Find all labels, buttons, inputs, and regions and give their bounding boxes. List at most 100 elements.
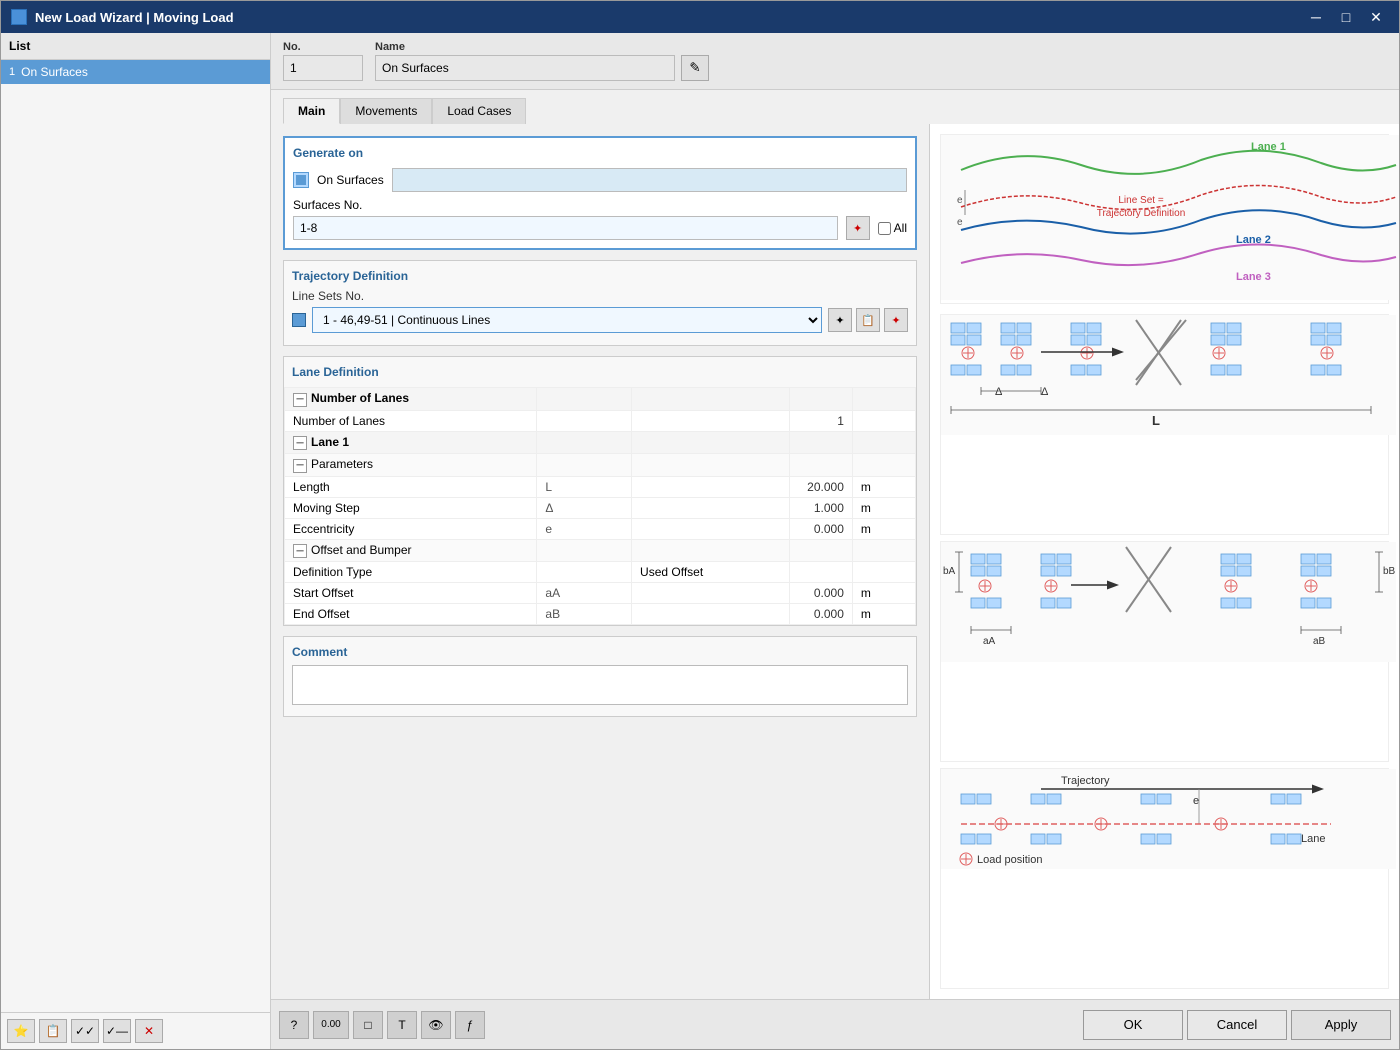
generate-on-option-row: On Surfaces	[293, 168, 907, 192]
title-controls: ─ □ ✕	[1303, 7, 1389, 27]
table-row: ─Lane 1	[285, 431, 916, 454]
close-button[interactable]: ✕	[1363, 7, 1389, 27]
surfaces-no-input[interactable]	[293, 216, 838, 240]
bottom-toolbar: ? 0.00 □ T 👁 ƒ OK Cancel Apply	[271, 999, 1399, 1049]
sidebar-uncheck-btn[interactable]: ✓—	[103, 1019, 131, 1043]
comment-input[interactable]	[292, 665, 908, 705]
svg-text:e: e	[957, 195, 963, 206]
sidebar-item-num: 1	[9, 66, 15, 78]
view-btn[interactable]: 👁	[421, 1011, 451, 1039]
traj-icon-btn-3[interactable]: ✦	[884, 308, 908, 332]
trajectory-panel: Trajectory Definition Line Sets No. 1 - …	[283, 260, 917, 346]
table-row: ─Parameters	[285, 454, 916, 477]
zero-btn[interactable]: 0.00	[313, 1011, 349, 1039]
on-surfaces-input[interactable]	[392, 168, 907, 192]
svg-text:bB: bB	[1383, 566, 1396, 577]
trajectory-title: Trajectory Definition	[292, 269, 908, 283]
title-bar-left: New Load Wizard | Moving Load	[11, 9, 234, 25]
table-row: Number of Lanes 1	[285, 410, 916, 431]
no-input[interactable]	[283, 55, 363, 81]
surfaces-row: ✦ All	[293, 216, 907, 240]
form-body: Generate on On Surfaces Surfaces No. ✦	[271, 124, 1399, 999]
svg-text:e: e	[1193, 795, 1199, 807]
surfaces-no-label: Surfaces No.	[293, 198, 907, 212]
lane-definition-table: ─Number of Lanes Number of Lanes 1	[284, 387, 916, 625]
name-field: Name ✎	[375, 41, 709, 81]
generate-on-panel: Generate on On Surfaces Surfaces No. ✦	[283, 136, 917, 250]
all-checkbox[interactable]	[878, 222, 891, 235]
lane-trajectory-diagram: Lane 1 Line Set = Trajectory Definition …	[940, 134, 1389, 304]
svg-text:aB: aB	[1313, 636, 1326, 647]
surfaces-pick-btn[interactable]: ✦	[846, 216, 870, 240]
tab-main[interactable]: Main	[283, 98, 340, 124]
sidebar-item-on-surfaces[interactable]: 1 On Surfaces	[1, 60, 270, 84]
traj-color-icon	[292, 313, 306, 327]
preview-area: Lane 1 Line Set = Trajectory Definition …	[929, 124, 1399, 999]
svg-text:Lane: Lane	[1301, 833, 1325, 845]
sidebar-check-all-btn[interactable]: ✓✓	[71, 1019, 99, 1043]
on-surfaces-label: On Surfaces	[317, 173, 384, 187]
comment-title: Comment	[292, 645, 908, 659]
svg-text:L: L	[1152, 413, 1160, 428]
sidebar-footer: ⭐ 📋 ✓✓ ✓— ✕	[1, 1012, 270, 1049]
table-row: ─Number of Lanes	[285, 388, 916, 411]
on-surfaces-checkbox[interactable]	[293, 172, 309, 188]
minimize-button[interactable]: ─	[1303, 7, 1329, 27]
lane-definition-panel: Lane Definition ─Number of	[283, 356, 917, 626]
table-row: Length L 20.000 m	[285, 476, 916, 497]
main-window: New Load Wizard | Moving Load ─ □ ✕ List…	[0, 0, 1400, 1050]
traj-icons: ✦ 📋 ✦	[828, 308, 908, 332]
form-area: No. Name ✎ Main Movements Load Cases	[271, 33, 1399, 1049]
text-btn[interactable]: T	[387, 1011, 417, 1039]
svg-text:aA: aA	[983, 636, 996, 647]
tabs: Main Movements Load Cases	[271, 90, 1399, 124]
svg-text:Load position: Load position	[977, 854, 1042, 866]
cancel-button[interactable]: Cancel	[1187, 1010, 1287, 1040]
load-placement-diagrams: Δ Δ L	[940, 314, 1389, 989]
lane-definition-title: Lane Definition	[284, 357, 916, 387]
collapse-btn-4[interactable]: ─	[293, 544, 307, 558]
title-bar: New Load Wizard | Moving Load ─ □ ✕	[1, 1, 1399, 33]
sidebar: List 1 On Surfaces ⭐ 📋 ✓✓ ✓— ✕	[1, 33, 271, 1049]
sidebar-delete-btn[interactable]: ✕	[135, 1019, 163, 1043]
collapse-btn-3[interactable]: ─	[293, 459, 307, 473]
table-row: ─Offset and Bumper	[285, 539, 916, 562]
select-btn[interactable]: □	[353, 1011, 383, 1039]
tab-movements[interactable]: Movements	[340, 98, 432, 124]
grid-diagram-top: Δ Δ L	[940, 314, 1389, 535]
sidebar-copy-btn[interactable]: 📋	[39, 1019, 67, 1043]
traj-icon-btn-2[interactable]: 📋	[856, 308, 880, 332]
app-icon	[11, 9, 27, 25]
collapse-btn-2[interactable]: ─	[293, 436, 307, 450]
main-content: List 1 On Surfaces ⭐ 📋 ✓✓ ✓— ✕ No.	[1, 33, 1399, 1049]
grid-diagram-bottom: Trajectory e	[940, 768, 1389, 989]
name-input[interactable]	[375, 55, 675, 81]
table-row: Moving Step Δ 1.000 m	[285, 497, 916, 518]
traj-icon-btn-1[interactable]: ✦	[828, 308, 852, 332]
formula-btn[interactable]: ƒ	[455, 1011, 485, 1039]
apply-button[interactable]: Apply	[1291, 1010, 1391, 1040]
window-title: New Load Wizard | Moving Load	[35, 10, 234, 25]
svg-text:Lane 3: Lane 3	[1236, 271, 1271, 283]
help-btn[interactable]: ?	[279, 1011, 309, 1039]
line-sets-select[interactable]: 1 - 46,49-51 | Continuous Lines	[312, 307, 822, 333]
grid-middle-svg: bA bB	[941, 542, 1396, 662]
sidebar-header: List	[1, 33, 270, 60]
collapse-btn-1[interactable]: ─	[293, 393, 307, 407]
sidebar-add-btn[interactable]: ⭐	[7, 1019, 35, 1043]
ok-button[interactable]: OK	[1083, 1010, 1183, 1040]
svg-text:Δ: Δ	[1041, 386, 1049, 398]
grid-top-svg: Δ Δ L	[941, 315, 1396, 435]
svg-text:e: e	[957, 217, 963, 228]
tab-load-cases[interactable]: Load Cases	[432, 98, 526, 124]
name-edit-button[interactable]: ✎	[681, 55, 709, 81]
maximize-button[interactable]: □	[1333, 7, 1359, 27]
trajectory-svg: Lane 1 Line Set = Trajectory Definition …	[941, 135, 1399, 300]
form-panels: Generate on On Surfaces Surfaces No. ✦	[271, 124, 929, 999]
table-row: Definition Type Used Offset	[285, 562, 916, 583]
name-label: Name	[375, 41, 709, 53]
table-row: Eccentricity e 0.000 m	[285, 518, 916, 539]
sidebar-item-label: On Surfaces	[21, 65, 88, 79]
table-row: End Offset aB 0.000 m	[285, 604, 916, 625]
all-label: All	[894, 221, 907, 235]
